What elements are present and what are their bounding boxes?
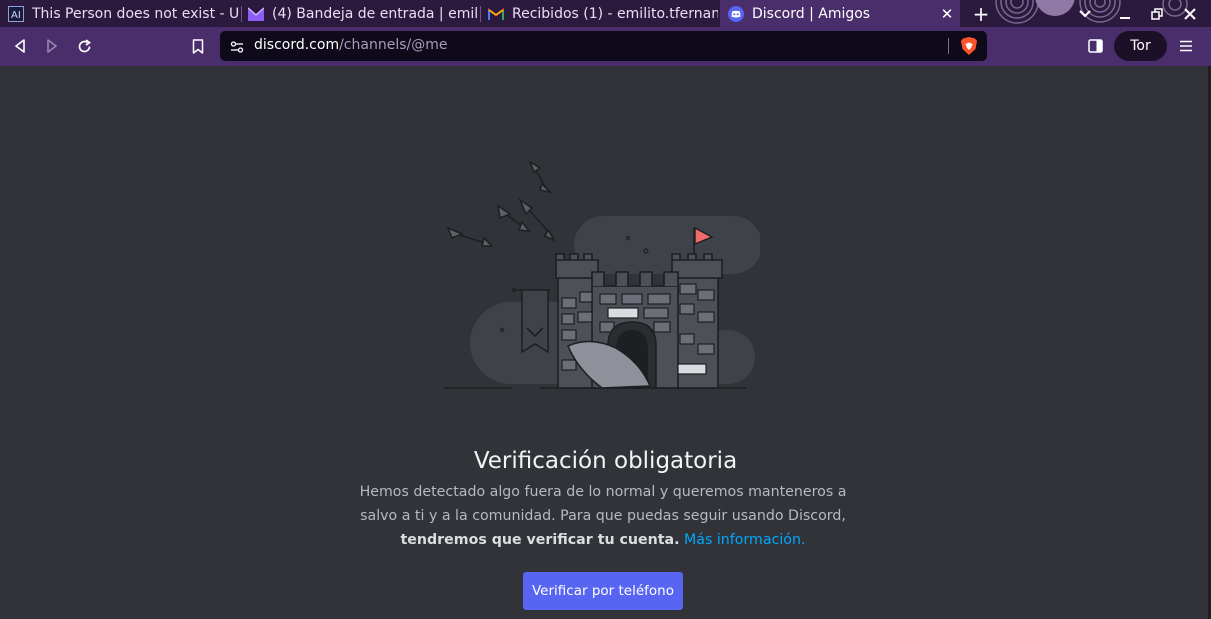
description-text: Hemos detectado algo fuera de lo normal … (359, 484, 847, 524)
more-info-link[interactable]: Más información. (684, 532, 805, 548)
close-window-icon[interactable] (1176, 0, 1204, 27)
discord-icon (728, 5, 744, 22)
tab-title: (4) Bandeja de entrada | emilia (272, 5, 478, 22)
discord-page: Verificación obligatoria Hemos detectado… (0, 66, 1211, 619)
tab-strip: AI This Person does not exist - Un (4) B… (0, 0, 1211, 27)
url-path: /channels/@me (339, 37, 448, 53)
sidebar-toggle-icon[interactable] (1081, 32, 1109, 60)
tab-title: Discord | Amigos (752, 5, 871, 22)
verification-description: Hemos detectado algo fuera de lo normal … (350, 480, 856, 552)
bookmark-icon[interactable] (184, 32, 212, 60)
new-tab-button[interactable]: + (968, 0, 994, 27)
ai-icon: AI (8, 5, 24, 22)
proton-mail-icon (248, 6, 264, 22)
forward-icon[interactable] (38, 32, 66, 60)
tab-title: Recibidos (1) - emilito.tfernan (512, 5, 718, 22)
url-text: discord.com/channels/@me (254, 37, 447, 53)
minimize-icon[interactable] (1111, 0, 1139, 27)
tab-title: This Person does not exist - Un (32, 5, 240, 22)
menu-icon[interactable] (1172, 32, 1200, 60)
tab-list-chevron-icon[interactable] (1071, 0, 1099, 27)
tab-divider (480, 6, 481, 22)
gmail-icon (488, 6, 504, 22)
close-tab-icon[interactable]: ✕ (936, 0, 958, 27)
site-info-icon[interactable] (230, 39, 244, 58)
url-domain: discord.com (254, 37, 340, 53)
page-title: Verificación obligatoria (473, 448, 738, 474)
navigation-toolbar: discord.com/channels/@me Tor (0, 27, 1211, 66)
description-emphasis: tendremos que verificar tu cuenta. (400, 532, 680, 548)
brave-shields-icon[interactable] (960, 36, 978, 60)
castle-illustration (440, 158, 762, 394)
tab-gmail[interactable]: Recibidos (1) - emilito.tfernan (488, 0, 718, 27)
tor-button[interactable]: Tor (1114, 31, 1167, 61)
reload-icon[interactable] (70, 32, 98, 60)
svg-text:AI: AI (11, 10, 21, 21)
tab-proton-mail[interactable]: (4) Bandeja de entrada | emilia (248, 0, 478, 27)
tab-divider (241, 6, 242, 22)
url-divider (948, 38, 949, 54)
back-icon[interactable] (6, 32, 34, 60)
verify-by-phone-button[interactable]: Verificar por teléfono (523, 572, 683, 610)
restore-icon[interactable] (1143, 0, 1171, 27)
address-bar[interactable]: discord.com/channels/@me (220, 31, 987, 61)
tab-discord[interactable]: Discord | Amigos (720, 0, 960, 27)
tab-this-person[interactable]: AI This Person does not exist - Un (8, 0, 240, 27)
